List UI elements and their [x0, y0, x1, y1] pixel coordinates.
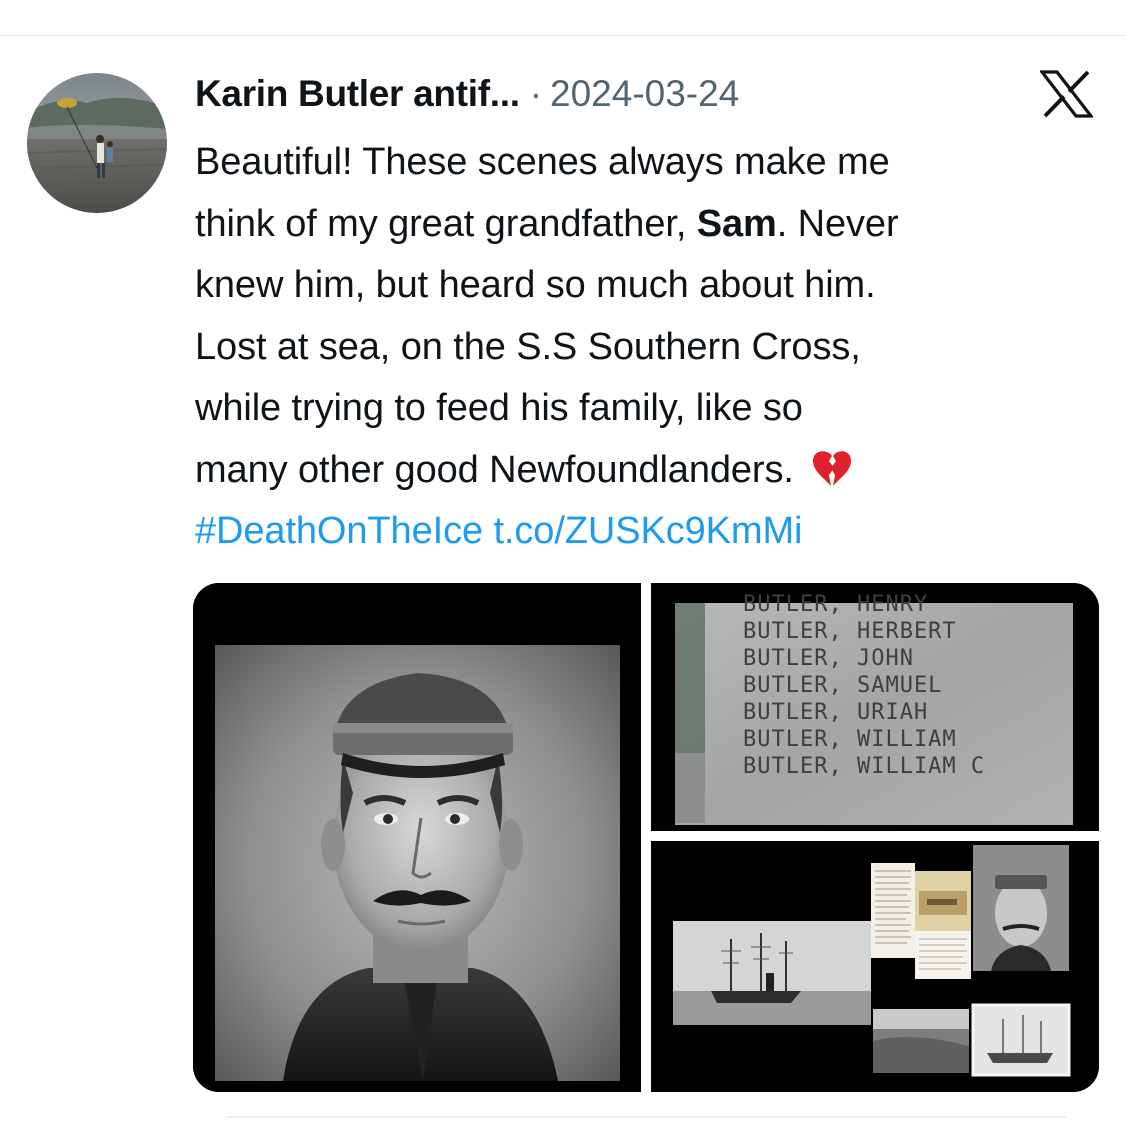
memorial-name: BUTLER, URIAH [743, 700, 928, 725]
x-logo-icon[interactable] [1040, 70, 1093, 118]
post-text-line: knew him, but heard so much about him. [195, 264, 876, 306]
memorial-name: BUTLER, HERBERT [743, 619, 957, 644]
post-text-bold: Sam [696, 202, 777, 245]
media-grid: BUTLER, HENRY BUTLER, HERBERT BUTLER, JOHN… [193, 583, 1099, 1092]
post-text: Beautiful! These scenes always make me t… [195, 132, 1110, 563]
avatar[interactable] [27, 73, 167, 213]
top-divider [0, 35, 1125, 36]
post-text-line: #DeathOnTheIce t.co/ZUSKc9KmMi [195, 501, 1110, 563]
media-collage[interactable] [651, 841, 1099, 1092]
memorial-name: BUTLER, WILLIAM [743, 727, 957, 752]
memorial-name: BUTLER, JOHN [743, 646, 914, 671]
post-text-line: many other good Newfoundlanders. [195, 440, 1110, 502]
post-text-segment: many other good Newfoundlanders. [195, 448, 805, 491]
url-link[interactable]: t.co/ZUSKc9KmMi [493, 510, 802, 552]
memorial-name: BUTLER, SAMUEL [743, 673, 942, 698]
media-portrait[interactable] [193, 583, 641, 1092]
memorial-name: BUTLER, WILLIAM C [743, 754, 985, 779]
author-name[interactable]: Karin Butler antif... [195, 73, 520, 115]
media-memorial[interactable]: BUTLER, HENRY BUTLER, HERBERT BUTLER, JOHN… [651, 583, 1099, 831]
broken-heart-icon [810, 448, 854, 488]
post-text-line: Beautiful! These scenes always make me [195, 141, 890, 183]
separator-dot: · [529, 73, 543, 114]
memorial-name: BUTLER, HENRY [743, 592, 928, 617]
post-text-segment: think of my great grandfather, [195, 202, 697, 245]
post-text-line: think of my great grandfather, Sam. Neve… [195, 194, 1110, 256]
post-text-segment: . Never [776, 202, 899, 245]
hashtag-link[interactable]: #DeathOnTheIce [195, 510, 483, 552]
post-date[interactable]: 2024-03-24 [550, 73, 739, 115]
bottom-divider [226, 1116, 1066, 1118]
post-header: Karin Butler antif... · 2024-03-24 [195, 68, 739, 120]
post-text-line: while trying to feed his family, like so [195, 387, 803, 429]
post-text-line: Lost at sea, on the S.S Southern Cross, [195, 325, 861, 368]
